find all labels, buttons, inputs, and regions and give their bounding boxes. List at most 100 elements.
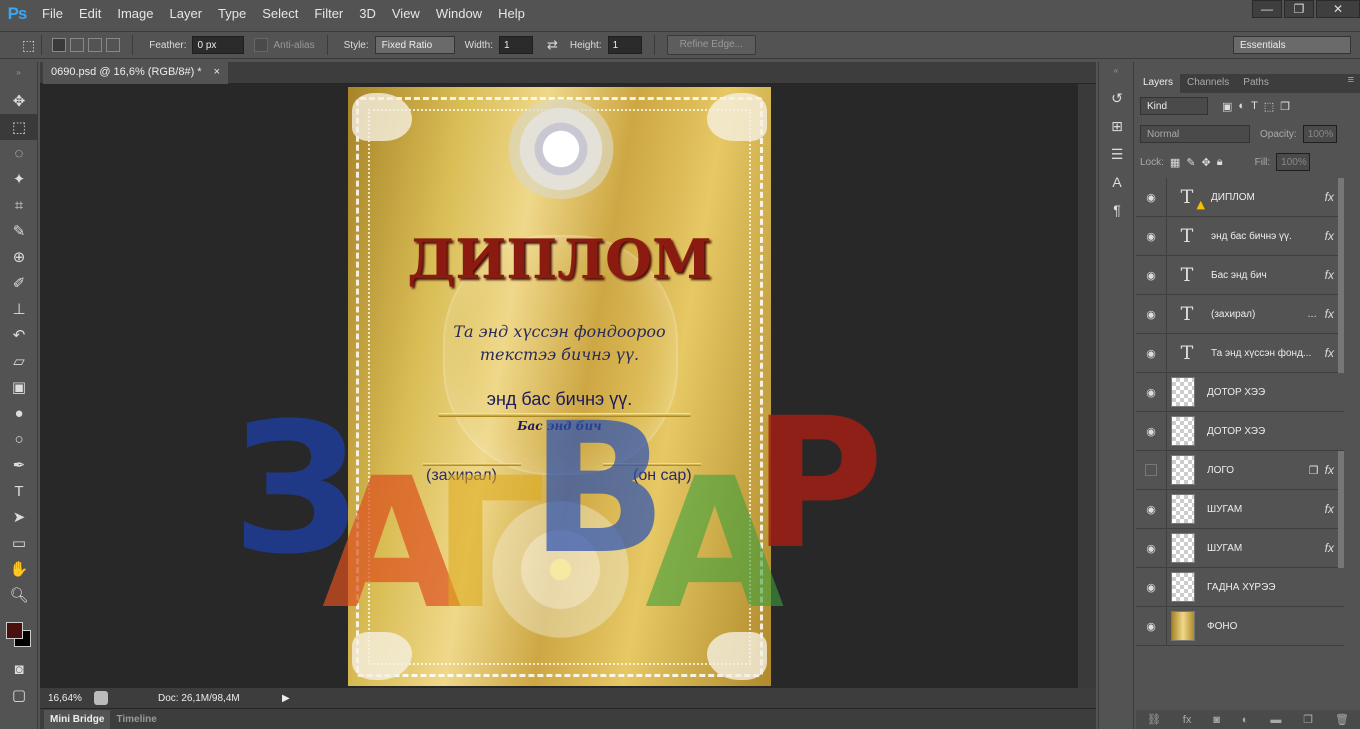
layer-row[interactable]: ЛОГО ❐ fx <box>1136 450 1344 490</box>
visibility-eye-icon[interactable]: ◉ <box>1136 386 1166 399</box>
adjustments-panel-icon[interactable]: ☰ <box>1099 140 1135 168</box>
crop-tool-icon[interactable]: ⌗ <box>0 192 38 218</box>
fx-icon[interactable]: fx <box>1325 346 1334 360</box>
layer-row[interactable]: ◉ ФОНО <box>1136 606 1344 646</box>
layer-row[interactable]: ◉ ШУГАМ fx <box>1136 489 1344 529</box>
new-group-icon[interactable]: ▬ <box>1270 714 1281 726</box>
quick-mask-icon[interactable]: ◙ <box>0 656 38 682</box>
marquee-tool-icon[interactable]: ⬚ <box>0 114 38 140</box>
tab-paths[interactable]: Paths <box>1236 74 1276 93</box>
lasso-tool-icon[interactable]: ◌ <box>0 140 38 166</box>
paragraph-panel-icon[interactable]: ¶ <box>1099 196 1135 224</box>
tab-timeline[interactable]: Timeline <box>110 710 162 729</box>
visibility-eye-icon[interactable]: ◉ <box>1136 581 1166 594</box>
fx-icon[interactable]: fx <box>1325 307 1334 321</box>
fx-icon[interactable]: fx <box>1325 268 1334 282</box>
add-style-icon[interactable]: fx <box>1183 714 1192 726</box>
add-selection-icon[interactable] <box>70 38 85 52</box>
zoom-tool-icon[interactable]: 🔍︎ <box>0 582 38 608</box>
kind-filter-select[interactable]: Kind <box>1140 97 1208 115</box>
effects-toggle[interactable] <box>1338 255 1344 295</box>
swap-icon[interactable]: ⇄ <box>547 37 558 53</box>
close-button[interactable]: ✕ <box>1316 0 1360 18</box>
layer-row[interactable]: ◉ ДОТОР ХЭЭ <box>1136 372 1344 412</box>
width-input[interactable]: 1 <box>498 36 533 54</box>
feather-input[interactable]: 0 px <box>192 36 245 54</box>
new-adjustment-icon[interactable]: ◐ <box>1242 714 1249 726</box>
character-panel-icon[interactable]: A <box>1099 168 1135 196</box>
layer-row[interactable]: ◉ T ▲ ДИПЛОМ fx <box>1136 177 1344 217</box>
add-mask-icon[interactable]: ◙ <box>1213 714 1220 726</box>
marquee-tool-icon[interactable]: ⬚ <box>22 37 35 54</box>
tab-layers[interactable]: Layers <box>1136 74 1181 93</box>
effects-toggle[interactable] <box>1338 333 1344 373</box>
fx-icon[interactable]: fx <box>1325 229 1334 243</box>
type-tool-icon[interactable]: T <box>0 478 38 504</box>
subtract-selection-icon[interactable] <box>88 38 103 52</box>
filter-type-icon[interactable]: T <box>1251 100 1258 112</box>
layer-row[interactable]: ◉ T энд бас бичнэ үү. fx <box>1136 216 1344 256</box>
dodge-tool-icon[interactable]: ○ <box>0 426 38 452</box>
filter-smart-icon[interactable]: ❒ <box>1280 100 1290 113</box>
fx-icon[interactable]: fx <box>1325 541 1334 555</box>
horizontal-scrollbar[interactable] <box>300 688 1078 708</box>
layer-row[interactable]: ◉ T Бас энд бич fx <box>1136 255 1344 295</box>
menu-help[interactable]: Help <box>490 0 533 28</box>
collapse-icon[interactable]: » <box>0 62 37 88</box>
healing-brush-icon[interactable]: ⊕ <box>0 244 38 270</box>
properties-panel-icon[interactable]: ⊞ <box>1099 112 1135 140</box>
layer-row[interactable]: ◉ ГАДНА ХҮРЭЭ <box>1136 567 1344 607</box>
filter-pixel-icon[interactable]: ▣ <box>1222 100 1232 113</box>
close-tab-icon[interactable]: × <box>214 66 220 80</box>
lock-all-icon[interactable]: 🔒︎ <box>1217 156 1223 169</box>
fill-input[interactable]: 100% <box>1276 153 1311 171</box>
new-layer-icon[interactable]: ❐ <box>1303 713 1313 726</box>
layer-row[interactable]: ◉ ДОТОР ХЭЭ <box>1136 411 1344 451</box>
fx-icon[interactable]: fx <box>1325 190 1334 204</box>
visibility-toggle[interactable] <box>1145 464 1157 476</box>
menu-filter[interactable]: Filter <box>306 0 351 28</box>
menu-file[interactable]: File <box>34 0 71 28</box>
intersect-selection-icon[interactable] <box>106 38 121 52</box>
visibility-eye-icon[interactable]: ◉ <box>1136 191 1166 204</box>
move-tool-icon[interactable]: ✥ <box>0 88 38 114</box>
effects-toggle[interactable] <box>1338 177 1344 217</box>
visibility-eye-icon[interactable]: ◉ <box>1136 347 1166 360</box>
zoom-level[interactable]: 16,64% <box>48 693 94 704</box>
menu-layer[interactable]: Layer <box>162 0 211 28</box>
menu-type[interactable]: Type <box>210 0 254 28</box>
screen-mode-icon[interactable]: ▢ <box>0 682 38 708</box>
effects-toggle[interactable] <box>1338 528 1344 568</box>
workspace-select[interactable]: Essentials <box>1233 36 1351 54</box>
eraser-tool-icon[interactable]: ▱ <box>0 348 38 374</box>
path-select-icon[interactable]: ➤ <box>0 504 38 530</box>
menu-view[interactable]: View <box>384 0 428 28</box>
lock-position-icon[interactable]: ✥ <box>1202 156 1211 169</box>
layer-row[interactable]: ◉ T Та энд хүссэн фонд... fx <box>1136 333 1344 373</box>
stamp-tool-icon[interactable]: ⊥ <box>0 296 38 322</box>
layer-row[interactable]: ◉ ШУГАМ fx <box>1136 528 1344 568</box>
effects-toggle[interactable] <box>1338 489 1344 529</box>
visibility-eye-icon[interactable]: ◉ <box>1136 230 1166 243</box>
antialias-checkbox[interactable] <box>254 38 269 52</box>
visibility-eye-icon[interactable]: ◉ <box>1136 503 1166 516</box>
effects-toggle[interactable] <box>1338 294 1344 334</box>
shape-tool-icon[interactable]: ▭ <box>0 530 38 556</box>
effects-toggle[interactable] <box>1338 216 1344 256</box>
menu-3d[interactable]: 3D <box>351 0 384 28</box>
document-tab[interactable]: 0690.psd @ 16,6% (RGB/8#) * × <box>43 62 229 84</box>
status-menu-arrow-icon[interactable]: ▶ <box>282 693 290 704</box>
filter-shape-icon[interactable]: ⬚ <box>1264 100 1274 113</box>
history-brush-icon[interactable]: ↶ <box>0 322 38 348</box>
height-input[interactable]: 1 <box>607 36 642 54</box>
status-info-icon[interactable] <box>94 691 108 705</box>
visibility-eye-icon[interactable]: ◉ <box>1136 542 1166 555</box>
visibility-eye-icon[interactable]: ◉ <box>1136 425 1166 438</box>
delete-layer-icon[interactable]: 🗑︎ <box>1335 713 1349 726</box>
gradient-tool-icon[interactable]: ▣ <box>0 374 38 400</box>
menu-image[interactable]: Image <box>109 0 161 28</box>
filter-adjustment-icon[interactable]: ◐ <box>1238 100 1245 112</box>
history-panel-icon[interactable]: ↺ <box>1099 84 1135 112</box>
foreground-color-swatch[interactable] <box>6 622 23 639</box>
hand-tool-icon[interactable]: ✋ <box>0 556 38 582</box>
